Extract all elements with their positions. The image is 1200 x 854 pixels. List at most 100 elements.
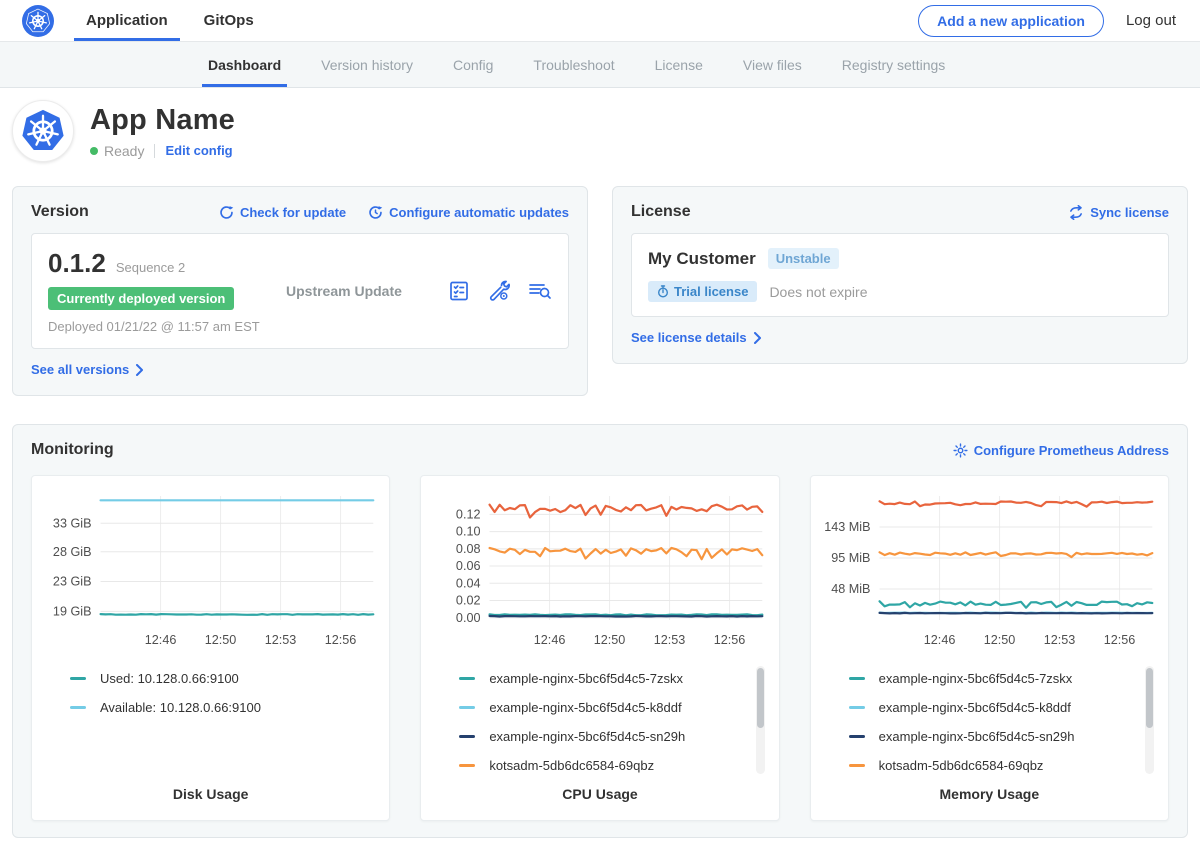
sync-license-link[interactable]: Sync license	[1068, 205, 1169, 220]
topnav-item-gitops[interactable]: GitOps	[204, 0, 254, 41]
disk-usage-chart: 33 GiB28 GiB23 GiB19 GiB12:4612:5012:531…	[42, 488, 379, 654]
configure-prometheus-link[interactable]: Configure Prometheus Address	[953, 443, 1169, 458]
status-badge: Ready	[104, 143, 144, 159]
legend-label: Used: 10.128.0.66:9100	[100, 671, 239, 686]
edit-config-wrench-icon[interactable]	[487, 279, 511, 303]
tab-config[interactable]: Config	[433, 42, 513, 87]
svg-text:12:46: 12:46	[145, 633, 177, 647]
chart-legend: Used: 10.128.0.66:9100 Available: 10.128.…	[42, 664, 379, 780]
deployed-timestamp: Deployed 01/21/22 @ 11:57 am EST	[48, 319, 286, 334]
gear-icon	[953, 443, 968, 458]
legend-label: Available: 10.128.0.66:9100	[100, 700, 261, 715]
version-sequence: Sequence 2	[116, 260, 185, 275]
license-card: License Sync license My Customer Unstabl…	[612, 186, 1188, 364]
add-new-application-button[interactable]: Add a new application	[918, 5, 1104, 37]
see-all-versions-label: See all versions	[31, 362, 129, 377]
cpu-usage-chart: 0.120.100.080.060.040.020.0012:4612:5012…	[431, 488, 768, 654]
divider	[154, 144, 155, 158]
legend-color-swatch	[849, 735, 865, 738]
edit-config-link[interactable]: Edit config	[165, 143, 232, 158]
chart-panel-disk-usage: 33 GiB28 GiB23 GiB19 GiB12:4612:5012:531…	[31, 475, 390, 821]
app-kubernetes-icon	[12, 100, 74, 162]
scheduled-update-icon	[368, 205, 383, 220]
svg-text:12:50: 12:50	[594, 633, 626, 647]
tab-license[interactable]: License	[635, 42, 723, 87]
legend-item[interactable]: example-nginx-5bc6f5d4c5-7zskx	[849, 664, 1158, 693]
svg-text:33 GiB: 33 GiB	[53, 516, 92, 530]
legend-label: example-nginx-5bc6f5d4c5-7zskx	[879, 671, 1073, 686]
legend-scrollbar-thumb[interactable]	[757, 668, 764, 728]
legend-item[interactable]: example-nginx-5bc6f5d4c5-sn29h	[849, 722, 1158, 751]
legend-item[interactable]: example-nginx-5bc6f5d4c5-sn29h	[459, 722, 768, 751]
channel-badge: Unstable	[768, 248, 839, 269]
svg-text:0.08: 0.08	[456, 542, 481, 556]
tab-view-files[interactable]: View files	[723, 42, 822, 87]
tab-troubleshoot[interactable]: Troubleshoot	[513, 42, 634, 87]
legend-scrollbar[interactable]	[1145, 666, 1154, 774]
legend-label: example-nginx-5bc6f5d4c5-sn29h	[489, 729, 685, 744]
legend-color-swatch	[459, 735, 475, 738]
see-license-details-link[interactable]: See license details	[631, 330, 762, 345]
svg-text:28 GiB: 28 GiB	[53, 545, 92, 559]
svg-text:12:50: 12:50	[983, 633, 1015, 647]
legend-scrollbar[interactable]	[756, 666, 765, 774]
legend-color-swatch	[849, 764, 865, 767]
legend-label: kotsadm-5db6dc6584-69qbz	[879, 758, 1044, 773]
tab-version-history[interactable]: Version history	[301, 42, 433, 87]
tab-registry-settings[interactable]: Registry settings	[822, 42, 965, 87]
license-card-title: License	[631, 203, 691, 221]
sync-arrows-icon	[1068, 205, 1084, 220]
legend-item[interactable]: example-nginx-5bc6f5d4c5-k8ddf	[849, 693, 1158, 722]
currently-deployed-badge: Currently deployed version	[48, 287, 234, 310]
see-all-versions-link[interactable]: See all versions	[31, 362, 144, 377]
customer-name: My Customer	[648, 249, 756, 269]
memory-usage-chart: 143 MiB95 MiB48 MiB12:4612:5012:5312:56	[821, 488, 1158, 654]
chart-panel-memory-usage: 143 MiB95 MiB48 MiB12:4612:5012:5312:56e…	[810, 475, 1169, 821]
trial-license-label: Trial license	[674, 284, 748, 299]
legend-label: example-nginx-5bc6f5d4c5-k8ddf	[879, 700, 1071, 715]
version-card-title: Version	[31, 203, 89, 221]
kubernetes-logo-icon	[22, 5, 54, 37]
check-for-update-link[interactable]: Check for update	[219, 205, 346, 220]
configure-automatic-updates-link[interactable]: Configure automatic updates	[368, 205, 569, 220]
legend-item[interactable]: Used: 10.128.0.66:9100	[70, 664, 379, 693]
check-for-update-label: Check for update	[240, 205, 346, 220]
legend-item[interactable]: kotsadm-5db6dc6584-69qbz	[849, 751, 1158, 780]
legend-label: example-nginx-5bc6f5d4c5-7zskx	[489, 671, 683, 686]
configure-automatic-updates-label: Configure automatic updates	[389, 205, 569, 220]
topnav-item-gitops-label: GitOps	[204, 12, 254, 29]
top-navbar: Application GitOps Add a new application…	[0, 0, 1200, 42]
svg-text:0.00: 0.00	[456, 611, 481, 625]
tab-dashboard[interactable]: Dashboard	[188, 42, 301, 87]
legend-item[interactable]: example-nginx-5bc6f5d4c5-7zskx	[459, 664, 768, 693]
svg-text:0.12: 0.12	[456, 507, 481, 521]
logout-button[interactable]: Log out	[1126, 12, 1176, 29]
legend-color-swatch	[459, 677, 475, 680]
stopwatch-icon	[657, 285, 669, 298]
svg-text:0.06: 0.06	[456, 559, 481, 573]
app-subnav-tabs: DashboardVersion historyConfigTroublesho…	[0, 42, 1200, 88]
legend-item[interactable]: example-nginx-5bc6f5d4c5-k8ddf	[459, 693, 768, 722]
legend-item[interactable]: Available: 10.128.0.66:9100	[70, 693, 379, 722]
svg-text:12:53: 12:53	[265, 633, 297, 647]
svg-text:95 MiB: 95 MiB	[831, 551, 870, 565]
preflight-checks-icon[interactable]	[447, 279, 471, 303]
svg-text:12:53: 12:53	[1043, 633, 1075, 647]
charts-row: 33 GiB28 GiB23 GiB19 GiB12:4612:5012:531…	[31, 475, 1169, 821]
configure-prometheus-label: Configure Prometheus Address	[974, 443, 1169, 458]
topnav-item-application[interactable]: Application	[86, 0, 168, 41]
sync-license-label: Sync license	[1090, 205, 1169, 220]
license-panel: My Customer Unstable Trial license Does …	[631, 233, 1169, 317]
app-header: App Name Ready Edit config	[0, 88, 1200, 172]
legend-item[interactable]: kotsadm-5db6dc6584-69qbz	[459, 751, 768, 780]
monitoring-title: Monitoring	[31, 441, 114, 459]
license-expiry: Does not expire	[769, 284, 867, 300]
version-source-label: Upstream Update	[286, 283, 447, 299]
chart-panel-cpu-usage: 0.120.100.080.060.040.020.0012:4612:5012…	[420, 475, 779, 821]
legend-scrollbar-thumb[interactable]	[1146, 668, 1153, 728]
legend-label: kotsadm-5db6dc6584-69qbz	[489, 758, 654, 773]
view-files-diff-icon[interactable]	[527, 279, 552, 303]
legend-color-swatch	[849, 706, 865, 709]
status-ready-dot	[90, 147, 98, 155]
chart-title: Disk Usage	[42, 786, 379, 802]
